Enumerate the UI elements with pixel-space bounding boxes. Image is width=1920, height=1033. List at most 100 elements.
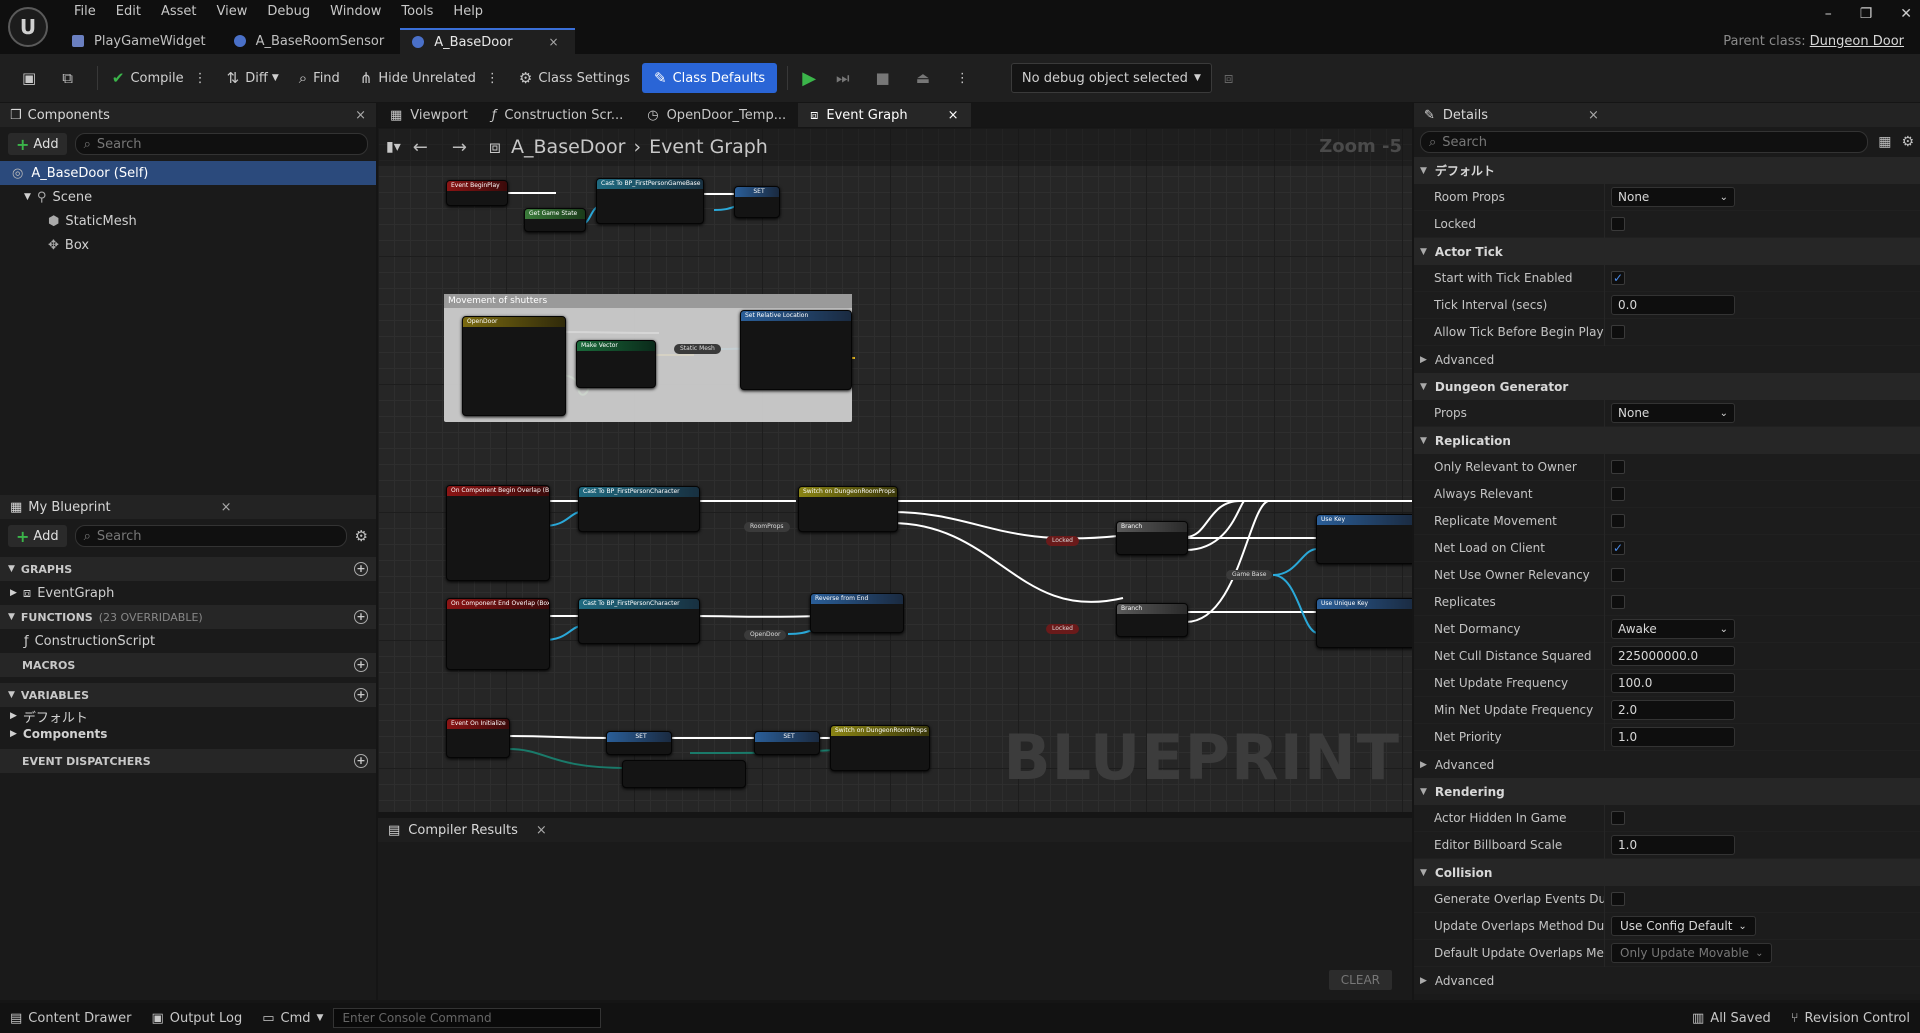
property-number-input[interactable]: 100.0: [1611, 673, 1735, 693]
details-section-rendering[interactable]: ▼ Rendering: [1414, 778, 1920, 805]
node-switch-props-1[interactable]: Switch on DungeonRoomProps: [798, 486, 898, 532]
add-function-icon[interactable]: +: [354, 610, 368, 624]
property-checkbox[interactable]: [1611, 568, 1625, 582]
graph-view-options-icon[interactable]: ▮▾: [386, 139, 401, 155]
expand-arrow-icon[interactable]: ▶: [10, 588, 17, 598]
eject-button[interactable]: ⏏: [908, 63, 944, 93]
component-scene[interactable]: ▼ ⚲ Scene: [0, 185, 376, 209]
doc-tab-playgamewidget[interactable]: PlayGameWidget: [60, 28, 222, 54]
node-select-enum[interactable]: [622, 760, 746, 788]
property-checkbox[interactable]: [1611, 514, 1625, 528]
var-game-base[interactable]: Game Base: [1226, 570, 1273, 580]
close-icon[interactable]: ×: [221, 500, 232, 515]
gear-icon[interactable]: ⚙: [1901, 134, 1914, 150]
node-use-key[interactable]: Use Key: [1316, 514, 1412, 564]
details-search-input[interactable]: ⌕ Search: [1420, 131, 1869, 153]
expand-arrow-icon[interactable]: ▶: [10, 711, 17, 721]
menu-debug[interactable]: Debug: [257, 2, 320, 22]
menu-edit[interactable]: Edit: [106, 2, 151, 22]
stop-button[interactable]: ■: [868, 63, 904, 93]
menu-tools[interactable]: Tools: [391, 2, 443, 22]
node-set-gamebase[interactable]: SET: [734, 186, 780, 218]
add-variable-icon[interactable]: +: [354, 688, 368, 702]
graphs-section[interactable]: ▼ GRAPHS +: [0, 557, 376, 581]
property-checkbox[interactable]: [1611, 460, 1625, 474]
all-saved-button[interactable]: ▥ All Saved: [1682, 1011, 1781, 1026]
var-locked-1[interactable]: Locked: [1046, 536, 1079, 546]
node-cast-character-2[interactable]: Cast To BP_FirstPersonCharacter: [578, 598, 700, 644]
tab-construction-script[interactable]: ƒ Construction Scr...: [480, 103, 635, 127]
restore-icon[interactable]: ❐: [1860, 6, 1873, 22]
construction-script-item[interactable]: ƒ ConstructionScript: [0, 629, 376, 653]
var-static-mesh[interactable]: Static Mesh: [674, 344, 721, 354]
functions-section[interactable]: ▼ FUNCTIONS (23 OVERRIDABLE) +: [0, 605, 376, 629]
back-arrow-icon[interactable]: ←: [413, 137, 428, 158]
hide-unrelated-button[interactable]: ⋔ Hide Unrelated ⋮: [352, 63, 507, 93]
property-checkbox[interactable]: [1611, 487, 1625, 501]
doc-tab-a-baseroomsensor[interactable]: A_BaseRoomSensor: [222, 28, 401, 54]
property-number-input[interactable]: 1.0: [1611, 835, 1735, 855]
property-number-input[interactable]: 0.0: [1611, 295, 1735, 315]
more-options-icon[interactable]: ⋮: [194, 71, 207, 86]
component-staticmesh[interactable]: ⬢ StaticMesh: [0, 209, 376, 233]
property-combo-button[interactable]: Only Update Movable ⌄: [1611, 943, 1773, 963]
property-combo-button[interactable]: Use Config Default ⌄: [1611, 916, 1756, 936]
debug-filter-button[interactable]: ⧈: [1216, 63, 1248, 93]
component-box[interactable]: ✥ Box: [0, 233, 376, 257]
property-checkbox[interactable]: [1611, 595, 1625, 609]
menu-window[interactable]: Window: [320, 2, 391, 22]
tab-event-graph[interactable]: ⧈ Event Graph ×: [798, 103, 971, 127]
property-checkbox[interactable]: [1611, 892, 1625, 906]
property-checkbox[interactable]: [1611, 325, 1625, 339]
details-section-actor-tick[interactable]: ▼ Actor Tick: [1414, 238, 1920, 265]
node-cast-character-1[interactable]: Cast To BP_FirstPersonCharacter: [578, 486, 700, 532]
details-advanced-7[interactable]: ▶ Advanced: [1414, 346, 1920, 373]
var-opendoor[interactable]: OpenDoor: [744, 630, 787, 640]
details-section-replication[interactable]: ▼ Replication: [1414, 427, 1920, 454]
debug-object-dropdown[interactable]: No debug object selected ▼: [1010, 63, 1212, 93]
tab-viewport[interactable]: ▦ Viewport: [378, 103, 480, 127]
find-button[interactable]: ⌕ Find: [291, 63, 348, 93]
property-checkbox[interactable]: ✓: [1611, 541, 1625, 555]
details-section-dungeon-generator[interactable]: ▼ Dungeon Generator: [1414, 373, 1920, 400]
minimize-icon[interactable]: –: [1825, 6, 1832, 22]
close-window-icon[interactable]: ✕: [1900, 6, 1912, 22]
close-icon[interactable]: ×: [948, 108, 959, 123]
property-checkbox[interactable]: ✓: [1611, 271, 1625, 285]
node-use-unique-key[interactable]: Use Unique Key: [1316, 598, 1412, 648]
details-section-default[interactable]: ▼ デフォルト: [1414, 157, 1920, 184]
menu-help[interactable]: Help: [443, 2, 493, 22]
diff-button[interactable]: ⇅ Diff ▼: [219, 63, 287, 93]
close-icon[interactable]: ×: [536, 823, 547, 838]
play-options-button[interactable]: ⋮: [948, 63, 977, 93]
var-locked-2[interactable]: Locked: [1046, 624, 1079, 634]
forward-arrow-icon[interactable]: →: [452, 137, 467, 158]
node-set-locked[interactable]: SET: [754, 731, 820, 755]
node-branch-1[interactable]: Branch: [1116, 521, 1188, 555]
property-number-input[interactable]: 2.0: [1611, 700, 1735, 720]
details-advanced-22[interactable]: ▶ Advanced: [1414, 751, 1920, 778]
my-blueprint-search-input[interactable]: ⌕ Search: [74, 525, 347, 547]
variables-section[interactable]: ▼ VARIABLES +: [0, 683, 376, 707]
menu-file[interactable]: File: [64, 2, 106, 22]
doc-tab-a-basedoor[interactable]: A_BaseDoor ×: [400, 28, 575, 54]
node-cast-gamebase[interactable]: Cast To BP_FirstPersonGameBase: [596, 178, 704, 224]
output-log-button[interactable]: ▣ Output Log: [141, 1011, 252, 1026]
node-switch-props-2[interactable]: Switch on DungeonRoomProps: [830, 725, 930, 771]
node-event-beginplay[interactable]: Event BeginPlay: [446, 180, 508, 206]
console-command-input[interactable]: Enter Console Command: [333, 1008, 602, 1028]
add-event-dispatcher-icon[interactable]: +: [354, 754, 368, 768]
add-component-button[interactable]: + Add: [8, 133, 67, 155]
property-dropdown[interactable]: None ⌄: [1611, 403, 1735, 423]
play-button[interactable]: ▶: [794, 63, 824, 93]
revision-control-button[interactable]: ⑂ Revision Control: [1781, 1011, 1920, 1026]
browse-button[interactable]: ⧉: [54, 63, 87, 93]
property-matrix-icon[interactable]: ▦: [1878, 134, 1891, 150]
clear-button[interactable]: CLEAR: [1328, 970, 1392, 990]
class-defaults-button[interactable]: ✎ Class Defaults: [642, 63, 778, 93]
content-drawer-button[interactable]: ▤ Content Drawer: [0, 1011, 141, 1026]
property-number-input[interactable]: 1.0: [1611, 727, 1735, 747]
step-button[interactable]: ⏭: [828, 63, 864, 93]
add-macro-icon[interactable]: +: [354, 658, 368, 672]
property-checkbox[interactable]: [1611, 217, 1625, 231]
